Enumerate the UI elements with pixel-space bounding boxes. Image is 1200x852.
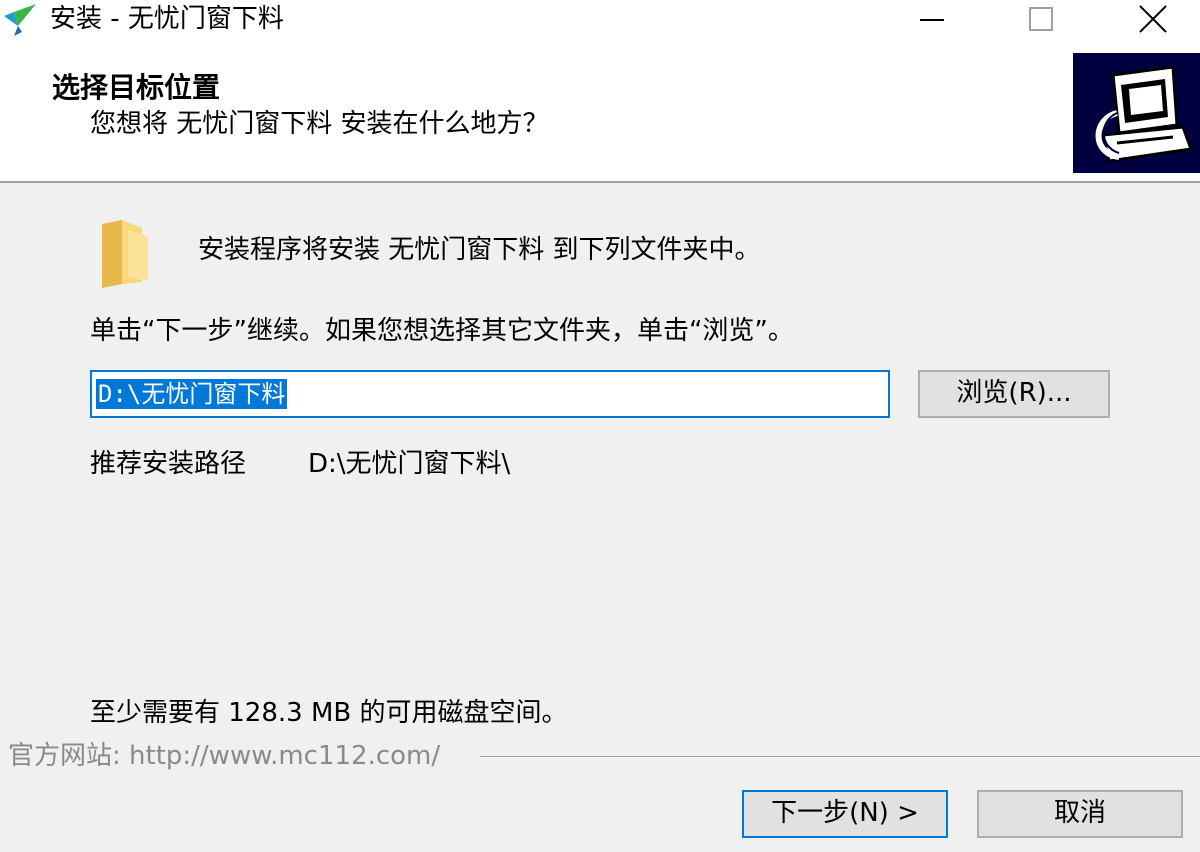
install-description: 安装程序将安装 无忧门窗下料 到下列文件夹中。 <box>198 235 761 265</box>
page-title: 选择目标位置 <box>52 71 221 104</box>
cancel-button[interactable]: 取消 <box>977 790 1183 838</box>
install-path-input[interactable]: D:\无忧门窗下料 <box>90 370 890 418</box>
page-subtitle: 您想将 无忧门窗下料 安装在什么地方？ <box>90 109 549 139</box>
maximize-button[interactable] <box>1010 0 1070 40</box>
installer-arrow-icon <box>0 2 40 38</box>
instruction-text: 单击“下一步”继续。如果您想选择其它文件夹，单击“浏览”。 <box>90 316 794 346</box>
title-bar[interactable]: 安装 - 无忧门窗下料 <box>0 0 1200 40</box>
computer-install-icon <box>1073 53 1200 173</box>
installer-window: 安装 - 无忧门窗下料 选择目标位置 您想将 无忧门窗下料 安装在什么地方？ 安… <box>0 0 1200 852</box>
next-button[interactable]: 下一步(N) > <box>742 790 948 838</box>
disk-space-requirement: 至少需要有 128.3 MB 的可用磁盘空间。 <box>90 698 568 728</box>
install-path-value[interactable]: D:\无忧门窗下料 <box>96 379 288 409</box>
wizard-header: 选择目标位置 您想将 无忧门窗下料 安装在什么地方？ <box>0 40 1200 183</box>
footer-divider <box>480 756 1200 758</box>
website-link: 官方网站: http://www.mc112.com/ <box>8 741 441 771</box>
recommended-path-value: D:\无忧门窗下料\ <box>308 449 511 479</box>
recommended-path-label: 推荐安装路径 <box>90 449 247 479</box>
close-button[interactable] <box>1124 0 1184 40</box>
browse-button[interactable]: 浏览(R)... <box>918 370 1110 418</box>
minimize-button[interactable] <box>900 0 960 40</box>
window-title: 安装 - 无忧门窗下料 <box>50 4 284 34</box>
folder-icon <box>98 218 152 288</box>
